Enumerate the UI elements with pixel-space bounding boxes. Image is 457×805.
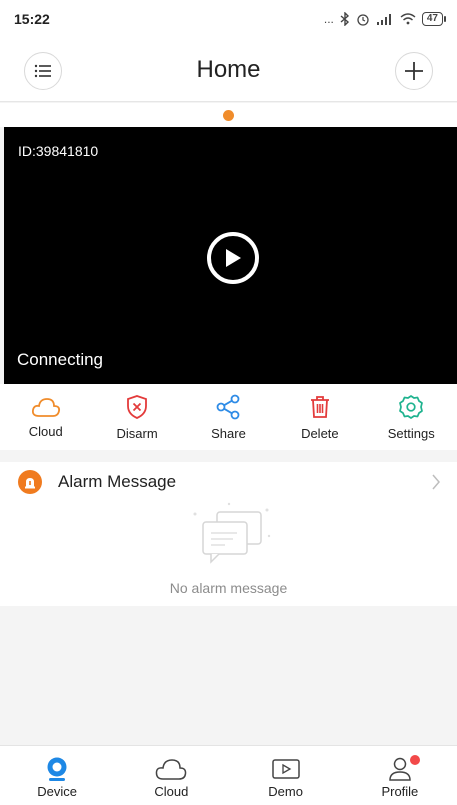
add-device-button[interactable]: [395, 52, 433, 90]
play-icon: [226, 249, 241, 267]
alarm-message-title: Alarm Message: [58, 472, 177, 491]
page-dot-active[interactable]: [223, 109, 234, 121]
empty-message-text: No alarm message: [169, 580, 288, 596]
cloud-action-button[interactable]: Cloud: [6, 396, 86, 439]
disarm-action-button[interactable]: Disarm: [97, 394, 177, 441]
nav-device[interactable]: Device: [12, 746, 102, 799]
wifi-icon: [400, 13, 416, 25]
signal-icon: [376, 14, 391, 25]
demo-play-icon: [271, 759, 300, 779]
cloud-icon: [31, 397, 60, 417]
menu-icon: [34, 64, 51, 78]
status-bar: 15:22 ... 47: [0, 0, 457, 38]
app-header: Home: [0, 38, 457, 102]
nav-profile[interactable]: Profile: [355, 746, 445, 799]
action-label: Cloud: [28, 423, 63, 439]
trash-icon: [310, 395, 329, 418]
action-label: Delete: [301, 425, 339, 441]
menu-button[interactable]: [24, 52, 62, 90]
share-icon: [217, 394, 240, 419]
action-label: Disarm: [116, 425, 158, 441]
more-icon: ...: [323, 12, 334, 26]
delete-action-button[interactable]: Delete: [280, 394, 360, 441]
status-icons: ... 47: [323, 12, 447, 26]
nav-label: Device: [37, 784, 77, 799]
bottom-nav: Device Cloud Demo Profile: [0, 745, 457, 805]
shield-x-icon: [127, 394, 147, 419]
page-title: Home: [196, 55, 261, 83]
device-actions: Cloud Disarm Share Delete Settings: [0, 384, 457, 450]
alarm-clock-icon: [357, 14, 369, 26]
nav-cloud[interactable]: Cloud: [126, 746, 216, 799]
share-action-button[interactable]: Share: [188, 394, 268, 441]
notification-dot: [409, 755, 420, 765]
play-button[interactable]: [207, 232, 259, 284]
nav-demo[interactable]: Demo: [241, 746, 331, 799]
action-label: Settings: [387, 425, 435, 441]
action-label: Share: [211, 425, 246, 441]
battery-icon: 47: [421, 12, 447, 26]
connection-status: Connecting: [17, 350, 104, 369]
alarm-message-section: Alarm Message No alarm message: [0, 462, 457, 606]
settings-action-button[interactable]: Settings: [371, 394, 451, 441]
device-id-label: ID:39841810: [18, 143, 99, 159]
device-icon: [47, 757, 67, 781]
cloud-icon: [156, 759, 187, 780]
app-screen: 15:22 ... 47 Home ID:39841810 Connecting…: [0, 0, 457, 805]
alarm-siren-icon: [18, 470, 42, 494]
page-indicator: [0, 103, 457, 127]
plus-icon: [405, 62, 423, 80]
nav-label: Demo: [268, 784, 303, 799]
nav-label: Cloud: [154, 784, 189, 799]
nav-label: Profile: [381, 784, 419, 799]
bluetooth-icon: [340, 12, 349, 26]
profile-icon: [389, 757, 411, 781]
chevron-right-icon: [432, 474, 440, 490]
alarm-message-header[interactable]: Alarm Message: [0, 462, 457, 502]
status-time: 15:22: [14, 11, 50, 27]
gear-icon: [399, 394, 424, 419]
camera-video-view[interactable]: ID:39841810 Connecting: [4, 127, 457, 384]
empty-message-illustration: [193, 502, 271, 564]
